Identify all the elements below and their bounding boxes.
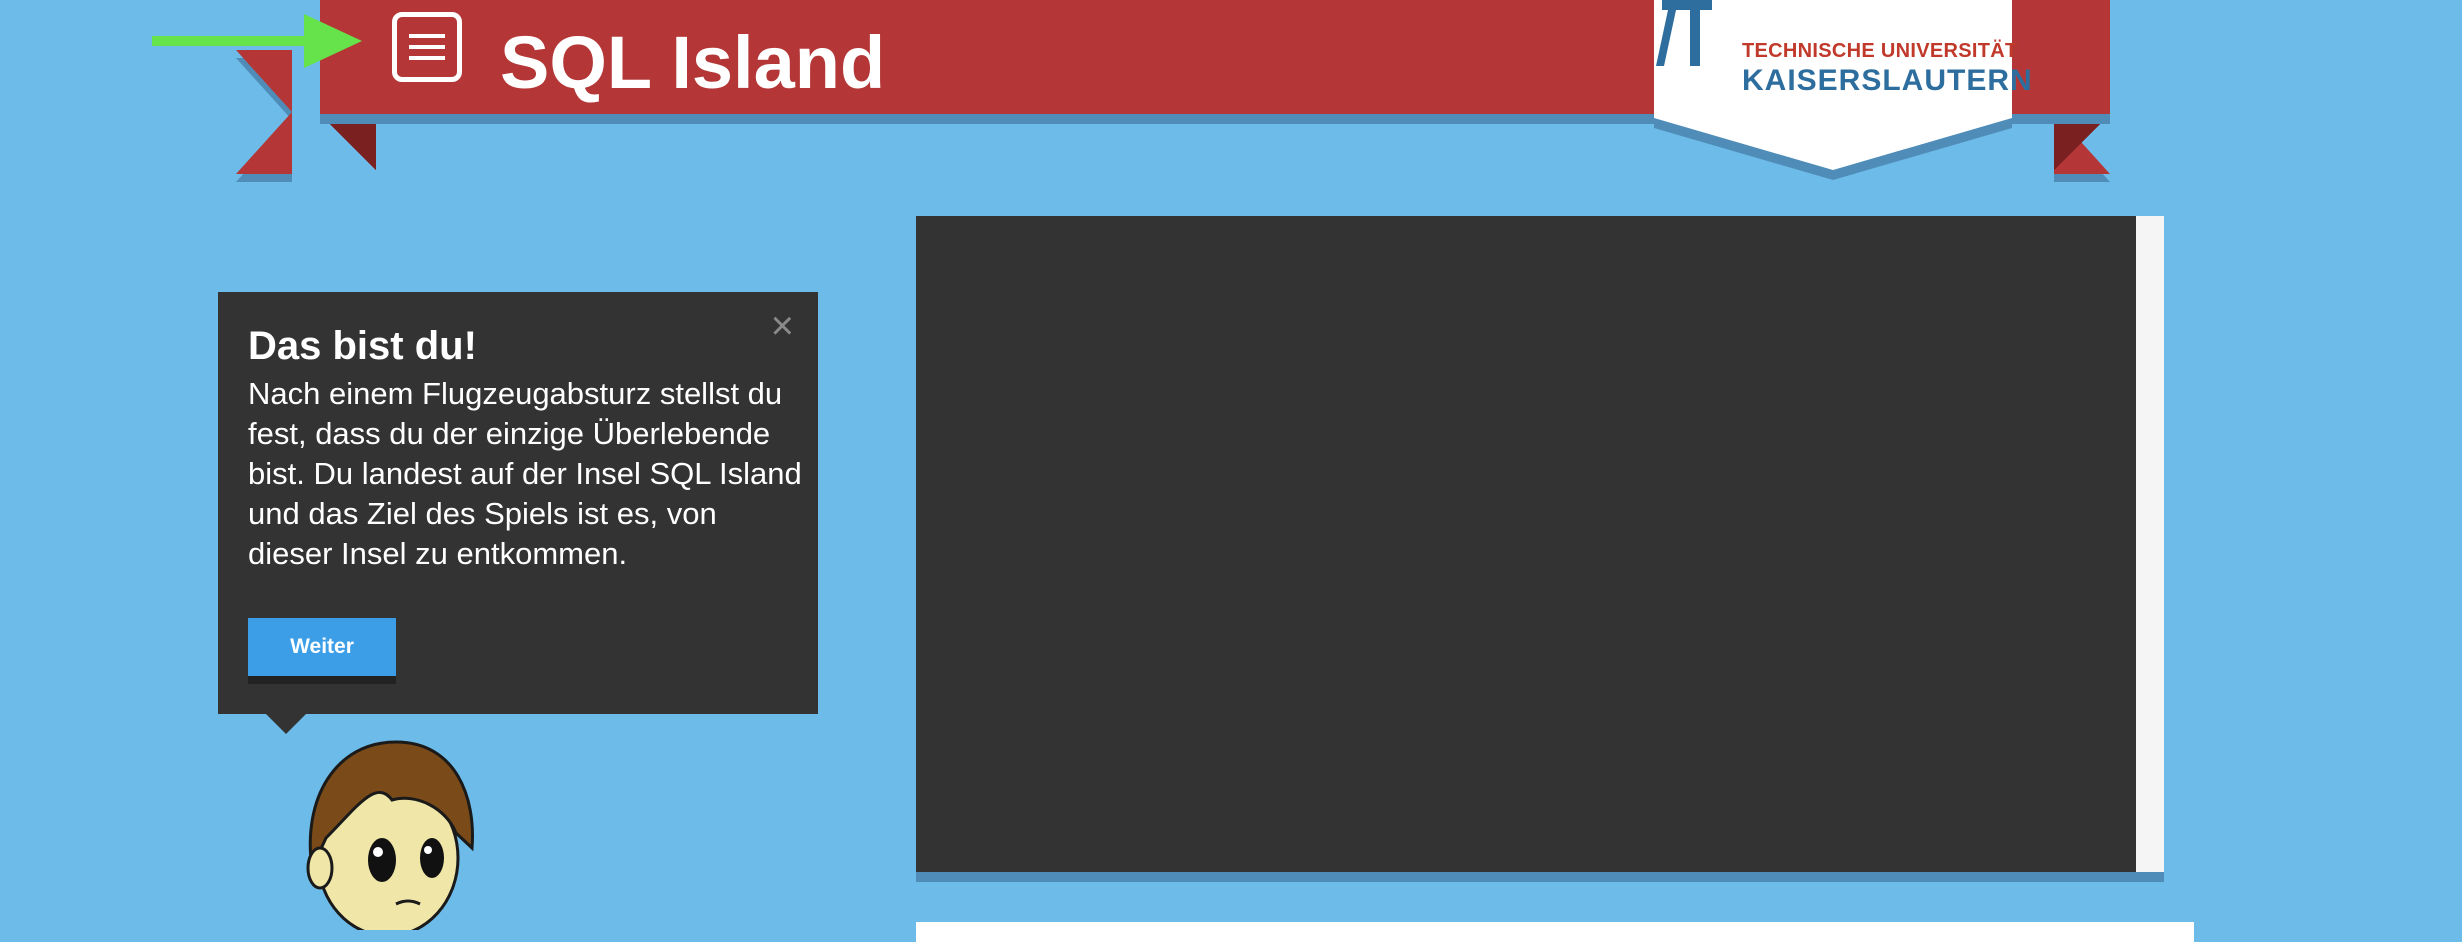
- game-console[interactable]: [916, 216, 2164, 872]
- intro-tooltip: × Das bist du! Nach einem Flugzeugabstur…: [218, 292, 818, 734]
- console-scrollbar[interactable]: [2136, 216, 2164, 872]
- next-button[interactable]: Weiter: [248, 618, 396, 676]
- university-name-line1: TECHNISCHE UNIVERSITÄT: [1742, 40, 2018, 62]
- banner-fold-right: [2054, 114, 2110, 170]
- page-title: SQL Island: [500, 21, 886, 104]
- university-badge[interactable]: TECHNISCHE UNIVERSITÄT KAISERSLAUTERN: [1654, 0, 2032, 180]
- tu-kaiserslautern-logo-icon: [1656, 0, 1712, 66]
- close-icon[interactable]: ×: [771, 306, 794, 346]
- tooltip-text: Nach einem Flugzeugabsturz stellst du fe…: [248, 376, 802, 571]
- sql-input-panel[interactable]: [916, 922, 2194, 942]
- tooltip-title: Das bist du!: [248, 324, 477, 368]
- menu-list-icon[interactable]: [392, 12, 462, 82]
- player-character-avatar: [306, 740, 474, 930]
- banner-fold-left: [320, 114, 376, 170]
- university-name-line2: KAISERSLAUTERN: [1742, 64, 2033, 97]
- green-arrow-icon: [152, 14, 362, 68]
